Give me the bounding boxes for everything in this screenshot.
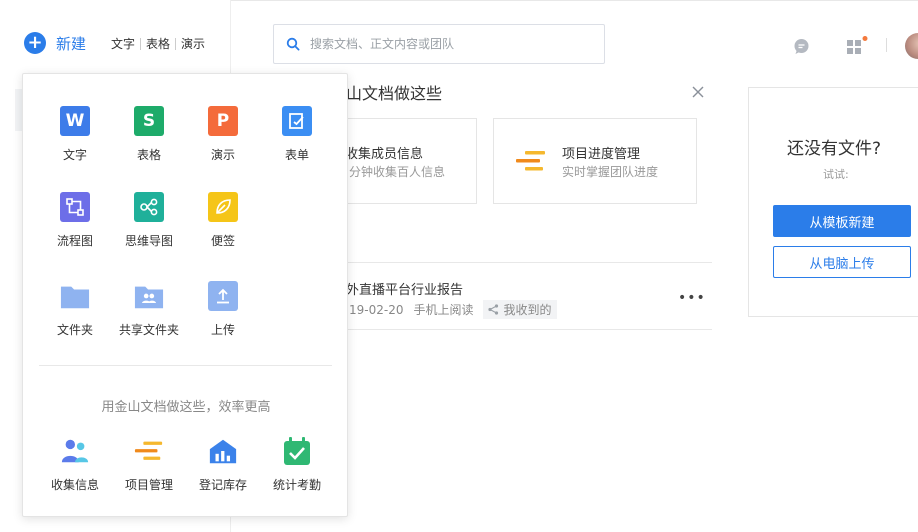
menu-item-form[interactable]: 表单 xyxy=(260,106,334,163)
menu-item-label: 上传 xyxy=(210,323,235,337)
menu-item-note[interactable]: 便签 xyxy=(186,192,260,249)
card-title: 项目进度管理 xyxy=(562,147,641,162)
menu-item-sheet[interactable]: S 表格 xyxy=(112,106,186,163)
file-title[interactable]: 外直播平台行业报告 xyxy=(346,279,463,298)
menu-template-project[interactable]: 项目管理 xyxy=(112,436,186,493)
sheet-s-icon: S xyxy=(134,106,164,136)
menu-item-label: 共享文件夹 xyxy=(118,323,179,337)
menu-template-inventory[interactable]: 登记库存 xyxy=(186,436,260,493)
menu-item-label: 项目管理 xyxy=(124,478,173,492)
doc-w-icon: W xyxy=(60,106,90,136)
shared-tag: 我收到的 xyxy=(483,300,557,319)
chat-bubble-icon[interactable] xyxy=(793,38,810,55)
search-input[interactable] xyxy=(310,37,590,51)
menu-item-label: 表单 xyxy=(284,148,309,162)
list-divider xyxy=(330,262,712,263)
template-card-project[interactable]: 项目进度管理 实时掌握团队进度 xyxy=(493,118,697,204)
menu-item-label: 便签 xyxy=(210,234,235,248)
list-divider xyxy=(330,329,712,330)
card-subtitle: 实时掌握团队进度 xyxy=(562,165,659,179)
close-icon[interactable] xyxy=(690,84,706,100)
menu-tagline: 用金山文档做这些，效率更高 xyxy=(101,400,271,415)
menu-item-label: 流程图 xyxy=(56,234,93,248)
menu-item-label: 演示 xyxy=(210,148,235,162)
new-from-template-button[interactable]: 从模板新建 xyxy=(773,205,911,237)
new-dropdown-menu: W 文字 S 表格 P 演示 表单 流程图 思维导图 便签 文件夹 共享文件夹 … xyxy=(22,73,348,517)
menu-item-slides[interactable]: P 演示 xyxy=(186,106,260,163)
menu-item-upload[interactable]: 上传 xyxy=(186,281,260,338)
menu-item-label: 表格 xyxy=(136,148,161,162)
more-options-icon[interactable]: ••• xyxy=(678,290,706,306)
avatar[interactable] xyxy=(905,33,918,59)
mindmap-icon xyxy=(134,192,164,222)
search-icon xyxy=(286,37,300,51)
new-button-label: 新建 xyxy=(56,34,87,53)
apps-grid-icon[interactable] xyxy=(846,35,870,55)
folder-icon xyxy=(60,281,90,311)
menu-item-label: 文字 xyxy=(62,148,87,162)
shared-folder-icon xyxy=(134,281,164,311)
file-source: 手机上阅读 xyxy=(413,303,474,317)
menu-item-doc[interactable]: W 文字 xyxy=(38,106,112,163)
try-label: 试试: xyxy=(823,168,849,181)
upload-from-computer-button[interactable]: 从电脑上传 xyxy=(773,246,911,278)
empty-state-panel: 还没有文件? 试试: 从模板新建 从电脑上传 xyxy=(748,87,918,317)
quick-link-sheet[interactable]: 表格 xyxy=(146,35,170,52)
app-root: + 新建 文字 表格 演示 山文档做这些 xyxy=(0,0,918,532)
template-card-collect-info[interactable]: 收集成员信息 分钟收集百人信息 xyxy=(330,118,477,204)
new-button[interactable]: + 新建 xyxy=(24,32,86,54)
menu-template-attendance[interactable]: 统计考勤 xyxy=(260,436,334,493)
menu-item-label: 文件夹 xyxy=(56,323,93,337)
divider xyxy=(140,37,142,50)
file-date: 19-02-20 xyxy=(349,302,404,317)
menu-item-flowchart[interactable]: 流程图 xyxy=(38,192,112,249)
card-title: 收集成员信息 xyxy=(345,147,424,162)
search-box[interactable] xyxy=(273,24,605,64)
file-meta: 19-02-20 手机上阅读 我收到的 xyxy=(349,300,557,319)
upload-icon xyxy=(208,281,238,311)
card-subtitle: 分钟收集百人信息 xyxy=(349,165,446,179)
quick-create-links: 文字 表格 演示 xyxy=(111,35,205,52)
empty-state-title: 还没有文件? xyxy=(787,139,882,159)
flowchart-icon xyxy=(60,192,90,222)
menu-divider xyxy=(39,365,332,366)
divider xyxy=(175,37,177,50)
header-separator xyxy=(886,38,887,52)
quick-link-doc[interactable]: 文字 xyxy=(111,35,135,52)
header-divider xyxy=(231,0,918,1)
menu-item-label: 思维导图 xyxy=(124,234,173,248)
warehouse-icon xyxy=(208,436,238,466)
shared-tag-label: 我收到的 xyxy=(503,303,552,317)
bars-icon xyxy=(516,151,545,171)
quick-link-slides[interactable]: 演示 xyxy=(181,35,205,52)
plus-icon: + xyxy=(24,32,46,54)
menu-item-label: 收集信息 xyxy=(50,478,99,492)
menu-item-label: 统计考勤 xyxy=(272,478,321,492)
menu-item-label: 登记库存 xyxy=(198,478,247,492)
calendar-check-icon xyxy=(282,436,312,466)
section-title: 山文档做这些 xyxy=(346,84,443,103)
leaf-icon xyxy=(208,192,238,222)
menu-item-mindmap[interactable]: 思维导图 xyxy=(112,192,186,249)
menu-item-folder[interactable]: 文件夹 xyxy=(38,281,112,338)
people-icon xyxy=(60,436,90,466)
share-icon xyxy=(488,304,499,315)
menu-item-shared-folder[interactable]: 共享文件夹 xyxy=(112,281,186,338)
form-icon xyxy=(282,106,312,136)
menu-template-collect-info[interactable]: 收集信息 xyxy=(38,436,112,493)
slides-p-icon: P xyxy=(208,106,238,136)
bars-icon xyxy=(134,436,164,466)
